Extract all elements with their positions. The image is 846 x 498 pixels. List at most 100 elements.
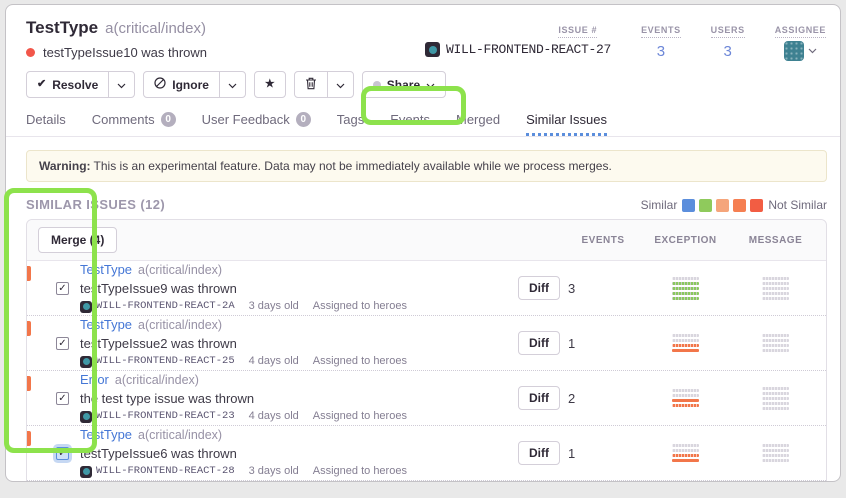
spectrum-bar bbox=[672, 297, 699, 300]
issue-id[interactable]: WILL-FRONTEND-REACT-27 bbox=[446, 42, 611, 57]
diff-button[interactable]: Diff bbox=[518, 331, 560, 355]
row-checkbox[interactable]: ✓ bbox=[56, 337, 69, 350]
row-issue-title[interactable]: Error bbox=[80, 372, 109, 387]
project-name: WILL-FRONTEND-REACT-23 bbox=[96, 410, 235, 423]
spectrum-bar bbox=[672, 404, 699, 407]
project-name: WILL-FRONTEND-REACT-2A bbox=[96, 300, 235, 313]
spectrum-bar bbox=[672, 277, 699, 280]
spectrum-bar bbox=[762, 292, 789, 295]
spectrum-bar bbox=[762, 334, 789, 337]
chevron-down-icon[interactable] bbox=[808, 48, 817, 54]
spectrum-bar bbox=[672, 349, 699, 352]
issue-age: 4 days old bbox=[249, 355, 299, 369]
share-button[interactable]: Share bbox=[362, 71, 446, 98]
diff-button[interactable]: Diff bbox=[518, 276, 560, 300]
checkmark-icon: ✔ bbox=[37, 79, 46, 90]
spectrum-bar bbox=[672, 282, 699, 285]
bookmark-star-button[interactable]: ★ bbox=[254, 71, 286, 98]
message-spectrum bbox=[733, 277, 818, 300]
assignee-selector[interactable] bbox=[775, 41, 826, 61]
spectrum-bar bbox=[762, 282, 789, 285]
project-icon bbox=[80, 356, 92, 368]
legend-swatch bbox=[733, 199, 746, 212]
project-name: WILL-FRONTEND-REACT-25 bbox=[96, 355, 235, 368]
row-issue-title[interactable]: TestType bbox=[80, 317, 132, 332]
row-issue-culprit: a(critical/index) bbox=[138, 318, 222, 332]
delete-dropdown-button[interactable] bbox=[327, 71, 354, 98]
tab-events[interactable]: Events bbox=[390, 106, 430, 136]
tab-user-feedback[interactable]: User Feedback 0 bbox=[202, 106, 311, 136]
row-checkbox[interactable]: ✓ bbox=[56, 447, 69, 460]
spectrum-bar bbox=[672, 389, 699, 392]
row-issue-message: testTypeIssue6 was thrown bbox=[80, 446, 407, 462]
row-content: TestTypea(critical/index) testTypeIssue6… bbox=[80, 427, 407, 479]
project-icon bbox=[80, 466, 92, 478]
stat-issue-number: ISSUE # WILL-FRONTEND-REACT-27 bbox=[425, 20, 611, 61]
users-label: USERS bbox=[711, 25, 745, 38]
delete-button[interactable] bbox=[294, 71, 328, 98]
events-label: EVENTS bbox=[641, 25, 681, 38]
error-level-bar bbox=[27, 431, 31, 446]
spectrum-bar bbox=[762, 349, 789, 352]
row-events-count: 2 bbox=[568, 391, 638, 406]
project-chip: WILL-FRONTEND-REACT-25 bbox=[80, 355, 235, 368]
spectrum-bar bbox=[762, 339, 789, 342]
legend-swatches bbox=[682, 199, 763, 212]
row-issue-culprit: a(critical/index) bbox=[115, 373, 199, 387]
similarity-legend: Similar Not Similar bbox=[641, 198, 827, 212]
issue-detail-card: TestTypea(critical/index) testTypeIssue1… bbox=[5, 4, 841, 482]
row-issue-title[interactable]: TestType bbox=[80, 262, 132, 277]
spectrum-bar bbox=[762, 407, 789, 410]
diff-button[interactable]: Diff bbox=[518, 441, 560, 465]
spectrum-bar bbox=[672, 394, 699, 397]
resolve-button[interactable]: ✔ Resolve bbox=[26, 71, 109, 98]
trash-icon bbox=[305, 77, 317, 93]
users-value[interactable]: 3 bbox=[711, 43, 745, 60]
project-chip: WILL-FRONTEND-REACT-28 bbox=[80, 465, 235, 478]
experimental-warning-banner: Warning:This is an experimental feature.… bbox=[26, 150, 827, 182]
issue-header: TestTypea(critical/index) testTypeIssue1… bbox=[6, 5, 840, 61]
spectrum-bar bbox=[762, 454, 789, 457]
merge-button[interactable]: Merge (4) bbox=[38, 227, 117, 253]
row-content: TestTypea(critical/index) testTypeIssue2… bbox=[80, 317, 407, 369]
column-header-exception: EXCEPTION bbox=[638, 235, 733, 246]
tab-tags[interactable]: Tags bbox=[337, 106, 364, 136]
unresolved-status-dot-icon bbox=[26, 48, 35, 57]
issue-age: 3 days old bbox=[249, 465, 299, 479]
delete-button-group bbox=[294, 71, 354, 98]
ignore-button[interactable]: Ignore bbox=[143, 71, 220, 98]
share-status-dot-icon bbox=[373, 81, 381, 89]
row-checkbox[interactable]: ✓ bbox=[56, 392, 69, 405]
spectrum-bar bbox=[762, 444, 789, 447]
exception-spectrum bbox=[638, 334, 733, 352]
assignee-avatar[interactable] bbox=[784, 41, 804, 61]
similar-issue-row: ✓ TestTypea(critical/index) testTypeIssu… bbox=[27, 316, 826, 371]
legend-swatch bbox=[750, 199, 763, 212]
issue-title: TestType bbox=[26, 18, 98, 37]
row-content: TestTypea(critical/index) testTypeIssue9… bbox=[80, 262, 407, 314]
spectrum-bar bbox=[762, 449, 789, 452]
column-header-message: MESSAGE bbox=[733, 235, 818, 246]
resolve-dropdown-button[interactable] bbox=[108, 71, 135, 98]
stat-assignee: ASSIGNEE bbox=[775, 20, 826, 61]
spectrum-bar bbox=[672, 292, 699, 295]
row-issue-title[interactable]: TestType bbox=[80, 427, 132, 442]
warning-text: This is an experimental feature. Data ma… bbox=[94, 159, 612, 173]
ignore-dropdown-button[interactable] bbox=[219, 71, 246, 98]
show-more-row: Show 8 issues below threshold bbox=[27, 481, 826, 482]
spectrum-bar bbox=[762, 387, 789, 390]
tab-details[interactable]: Details bbox=[26, 106, 66, 136]
tab-comments[interactable]: Comments 0 bbox=[92, 106, 176, 136]
legend-swatch bbox=[699, 199, 712, 212]
events-value[interactable]: 3 bbox=[641, 43, 681, 60]
legend-swatch bbox=[682, 199, 695, 212]
tab-similar-issues[interactable]: Similar Issues bbox=[526, 106, 607, 136]
stat-users: USERS 3 bbox=[711, 20, 745, 61]
chevron-down-icon bbox=[228, 78, 237, 92]
tab-merged[interactable]: Merged bbox=[456, 106, 500, 136]
comments-count-badge: 0 bbox=[161, 112, 176, 127]
similar-issue-row: ✓ Errora(critical/index) the test type i… bbox=[27, 371, 826, 426]
row-checkbox[interactable]: ✓ bbox=[56, 282, 69, 295]
issue-assignment: Assigned to heroes bbox=[313, 465, 407, 479]
diff-button[interactable]: Diff bbox=[518, 386, 560, 410]
